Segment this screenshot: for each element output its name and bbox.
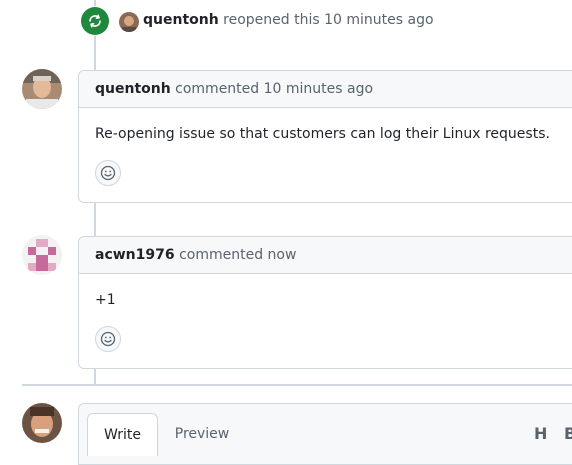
tab-write[interactable]: Write [87, 413, 158, 456]
heading-button[interactable]: H [534, 424, 547, 443]
reopen-event: quentonh reopened this 10 minutes ago [81, 6, 572, 35]
comment-time[interactable]: 10 minutes ago [264, 81, 373, 97]
avatar[interactable] [22, 69, 62, 109]
event-action: reopened this [223, 12, 320, 28]
comment-editor: Write Preview H B [78, 403, 572, 465]
reopened-badge [81, 7, 109, 35]
timeline-line [94, 369, 96, 384]
event-time[interactable]: 10 minutes ago [324, 12, 433, 28]
smiley-icon [100, 165, 116, 181]
event-description: quentonh reopened this 10 minutes ago [143, 10, 434, 30]
comment-card: acwn1976 commented now +1 [78, 236, 572, 369]
bold-button[interactable]: B [564, 424, 572, 443]
timeline-line [94, 36, 96, 70]
smiley-icon [100, 331, 116, 347]
comment-header: acwn1976 commented now [79, 237, 572, 274]
timeline-line [94, 203, 96, 236]
tab-preview[interactable]: Preview [167, 413, 237, 455]
comment-header: quentonh commented 10 minutes ago [79, 71, 572, 108]
sync-icon [89, 14, 101, 28]
author-link[interactable]: quentonh [143, 12, 219, 28]
comment-body: +1 [95, 292, 116, 308]
add-reaction-button[interactable] [95, 326, 121, 352]
avatar[interactable] [22, 235, 62, 275]
current-user-avatar[interactable] [22, 403, 62, 443]
add-reaction-button[interactable] [95, 160, 121, 186]
author-link[interactable]: acwn1976 [95, 247, 175, 263]
comment-body: Re-opening issue so that customers can l… [95, 126, 550, 142]
avatar[interactable] [119, 12, 139, 32]
comment-action: commented [179, 247, 264, 263]
comment-card: quentonh commented 10 minutes ago Re-ope… [78, 70, 572, 203]
author-link[interactable]: quentonh [95, 81, 171, 97]
comment-time[interactable]: now [268, 247, 297, 263]
comment-action: commented [175, 81, 260, 97]
timeline-separator [22, 384, 572, 386]
